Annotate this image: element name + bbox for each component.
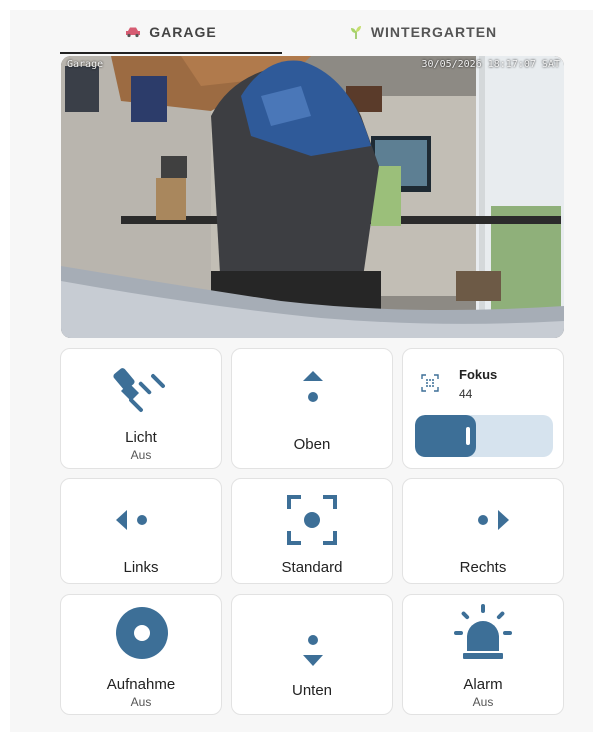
crosshair-icon xyxy=(287,495,337,545)
camera-timestamp-overlay: 30/05/2026 18:17:07 SAT xyxy=(421,59,560,70)
default-position-button[interactable]: Standard xyxy=(231,478,393,584)
focus-control: Fokus 44 xyxy=(402,348,564,469)
tab-label: GARAGE xyxy=(149,24,217,40)
camera-image xyxy=(61,56,564,338)
dashboard: GARAGE WINTERGARTEN Garage 30/05/2026 18… xyxy=(10,10,593,732)
move-down-button[interactable]: Unten xyxy=(231,594,393,715)
light-label: Licht xyxy=(125,429,157,446)
arrow-left-icon xyxy=(116,510,147,530)
tab-garage[interactable]: GARAGE xyxy=(60,10,282,54)
focus-label: Fokus xyxy=(459,367,498,382)
alarm-state: Aus xyxy=(472,695,494,709)
focus-slider-handle[interactable] xyxy=(466,427,470,445)
record-state: Aus xyxy=(130,695,152,709)
camera-name-overlay: Garage xyxy=(67,59,104,70)
tab-bar: GARAGE WINTERGARTEN xyxy=(10,10,593,54)
tab-wintergarten[interactable]: WINTERGARTEN xyxy=(282,10,564,54)
alarm-label: Alarm xyxy=(463,676,503,693)
car-icon xyxy=(125,26,141,38)
camera-feed[interactable]: Garage 30/05/2026 18:17:07 SAT xyxy=(61,56,564,338)
focus-slider[interactable] xyxy=(415,415,553,457)
down-label: Unten xyxy=(291,682,333,699)
move-right-button[interactable]: Rechts xyxy=(402,478,564,584)
light-state: Aus xyxy=(130,448,152,462)
siren-icon xyxy=(454,604,512,659)
move-left-button[interactable]: Links xyxy=(60,478,222,584)
active-tab-indicator xyxy=(60,52,282,54)
arrow-right-icon xyxy=(478,510,509,530)
right-label: Rechts xyxy=(459,559,507,576)
record-button[interactable]: Aufnahme Aus xyxy=(60,594,222,715)
left-label: Links xyxy=(123,559,159,576)
tab-label: WINTERGARTEN xyxy=(370,24,498,40)
focus-icon xyxy=(421,374,439,392)
alarm-button[interactable]: Alarm Aus xyxy=(402,594,564,715)
move-up-button[interactable]: Oben xyxy=(231,348,393,469)
focus-value: 44 xyxy=(459,387,473,401)
record-icon xyxy=(116,607,168,659)
flashlight-icon xyxy=(113,368,165,412)
arrow-up-icon xyxy=(303,371,323,402)
arrow-down-icon xyxy=(303,635,323,666)
record-label: Aufnahme xyxy=(106,676,176,693)
default-label: Standard xyxy=(281,559,343,576)
plant-icon xyxy=(349,25,363,39)
up-label: Oben xyxy=(293,436,331,453)
light-button[interactable]: Licht Aus xyxy=(60,348,222,469)
